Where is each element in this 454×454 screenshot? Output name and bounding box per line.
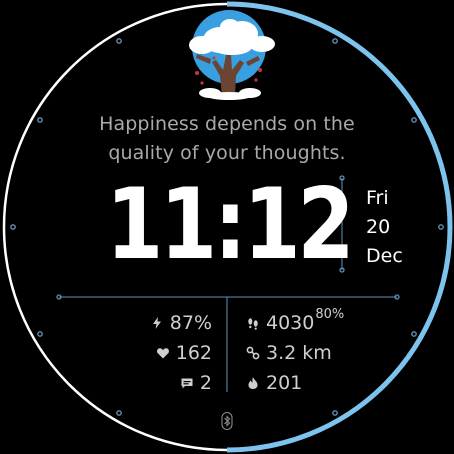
steps-value: 4030 xyxy=(266,312,315,334)
distance-complication[interactable]: 3.2 km xyxy=(245,338,332,368)
month: Dec xyxy=(366,245,403,267)
message-icon xyxy=(179,375,195,391)
route-icon xyxy=(245,345,261,361)
calories-complication[interactable]: 201 xyxy=(245,368,302,398)
calories-value: 201 xyxy=(266,372,303,394)
date-display: Fri 20 Dec xyxy=(366,184,403,271)
quote-line-1: Happiness depends on the xyxy=(99,113,355,135)
notifications-complication[interactable]: 2 xyxy=(179,368,212,398)
weekday: Fri xyxy=(366,187,389,209)
steps-goal-percent: 80% xyxy=(315,306,345,322)
heart-rate-complication[interactable]: 162 xyxy=(155,338,212,368)
distance-value: 3.2 km xyxy=(266,342,332,364)
time-display: 11:12 xyxy=(106,168,355,282)
heart-icon xyxy=(155,345,171,361)
flame-icon xyxy=(245,375,261,391)
steps-complication[interactable]: 4030 80% xyxy=(245,306,345,338)
notifications-value: 2 xyxy=(199,372,212,394)
battery-complication[interactable]: 87% xyxy=(149,308,212,338)
battery-value: 87% xyxy=(169,312,212,334)
snowy-tree-illustration xyxy=(189,10,275,100)
heart-rate-value: 162 xyxy=(175,342,212,364)
bluetooth-icon xyxy=(221,412,233,430)
lightning-icon xyxy=(149,315,165,331)
day-of-month: 20 xyxy=(366,216,391,238)
footsteps-icon xyxy=(245,315,261,331)
